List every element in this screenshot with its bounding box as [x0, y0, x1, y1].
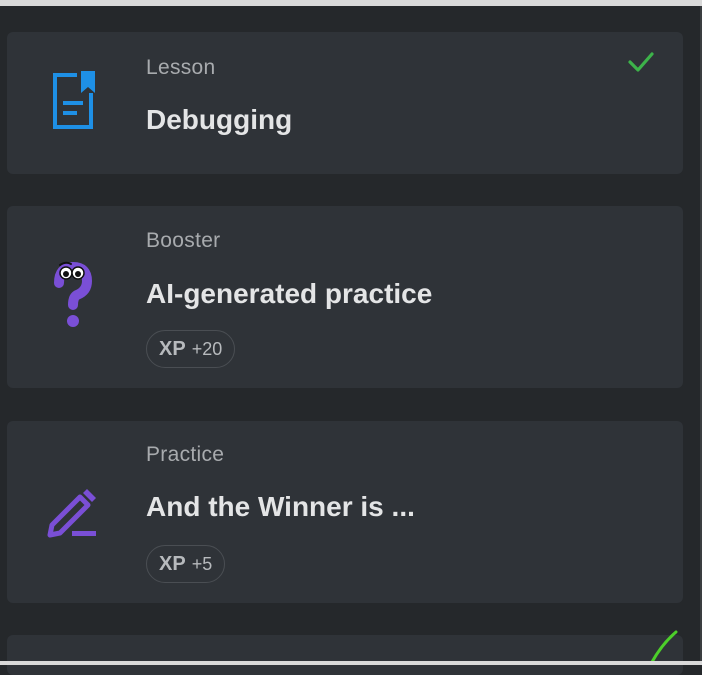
- xp-value: +20: [191, 338, 223, 359]
- practice-card-winner[interactable]: Practice And the Winner is ... XP +5: [7, 421, 683, 603]
- xp-label: XP: [159, 552, 186, 575]
- xp-label: XP: [159, 337, 186, 360]
- item-title: Debugging: [146, 104, 293, 135]
- top-edge: [0, 0, 702, 6]
- booster-question-icon: [45, 261, 101, 328]
- xp-value: +5: [191, 553, 213, 574]
- item-title: And the Winner is ...: [146, 491, 415, 522]
- practice-pencil-icon: [45, 479, 101, 545]
- lesson-document-icon: [45, 68, 101, 134]
- item-title: AI-generated practice: [146, 278, 433, 309]
- xp-badge: XP +20: [146, 330, 236, 368]
- lesson-card-debugging[interactable]: Lesson Debugging: [7, 32, 683, 174]
- completed-check-icon: [628, 52, 654, 72]
- item-type-label: Lesson: [146, 56, 216, 79]
- xp-badge: XP +5: [146, 545, 226, 583]
- partial-check-icon: [650, 630, 678, 664]
- item-type-label: Booster: [146, 229, 221, 252]
- next-item-card[interactable]: [7, 635, 683, 675]
- item-type-label: Practice: [146, 443, 225, 466]
- bottom-edge: [0, 661, 702, 665]
- booster-card-ai-practice[interactable]: Booster AI-generated practice XP +20: [7, 206, 683, 388]
